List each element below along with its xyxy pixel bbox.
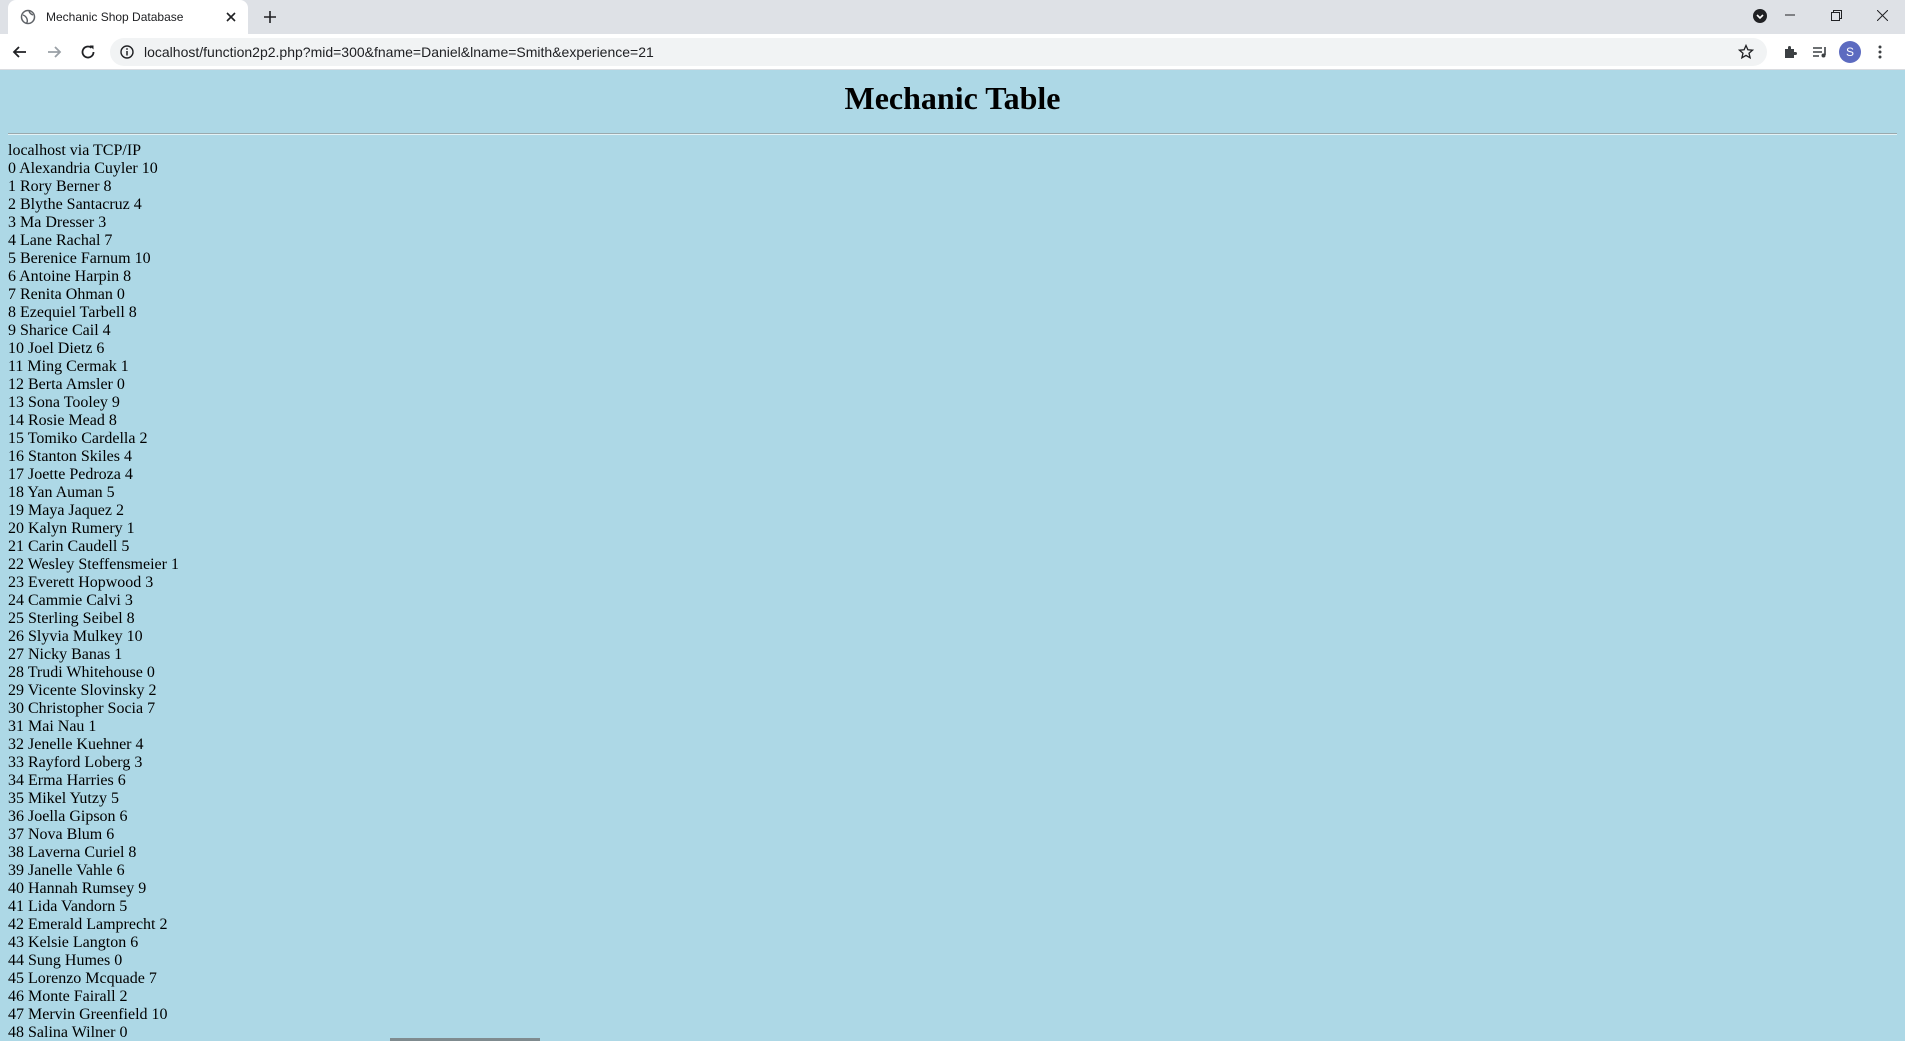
mechanic-list: 0 Alexandria Cuyler 10 1 Rory Berner 82 B… <box>8 160 1897 1041</box>
list-item: 12 Berta Amsler 0 <box>8 375 125 393</box>
reload-icon[interactable] <box>74 38 102 66</box>
avatar[interactable]: S <box>1838 40 1862 64</box>
list-item: 27 Nicky Banas 1 <box>8 645 123 663</box>
list-item: 1 Rory Berner 8 <box>8 177 112 195</box>
back-arrow-icon[interactable] <box>6 38 34 66</box>
toolbar: localhost/function2p2.php?mid=300&fname=… <box>0 34 1905 70</box>
list-item: 13 Sona Tooley 9 <box>8 393 120 411</box>
list-item: 35 Mikel Yutzy 5 <box>8 789 119 807</box>
list-item: 11 Ming Cermak 1 <box>8 357 129 375</box>
tab-title: Mechanic Shop Database <box>46 10 184 24</box>
list-item: 23 Everett Hopwood 3 <box>8 573 154 591</box>
list-item: 2 Blythe Santacruz 4 <box>8 195 142 213</box>
list-item: 43 Kelsie Langton 6 <box>8 933 139 951</box>
connection-info: localhost via TCP/IP <box>8 141 142 159</box>
list-item: 18 Yan Auman 5 <box>8 483 115 501</box>
star-icon[interactable] <box>1737 43 1755 61</box>
list-item: 29 Vicente Slovinsky 2 <box>8 681 157 699</box>
close-icon[interactable] <box>222 8 240 26</box>
list-item: 42 Emerald Lamprecht 2 <box>8 915 168 933</box>
window-controls <box>1767 0 1905 30</box>
tab-strip: Mechanic Shop Database <box>0 0 1905 34</box>
list-item: 19 Maya Jaquez 2 <box>8 501 124 519</box>
list-item: 36 Joella Gipson 6 <box>8 807 128 825</box>
list-item: 44 Sung Humes 0 <box>8 951 123 969</box>
list-item: 4 Lane Rachal 7 <box>8 231 113 249</box>
list-item: 20 Kalyn Rumery 1 <box>8 519 135 537</box>
restore-icon[interactable] <box>1813 0 1859 30</box>
list-item: 0 Alexandria Cuyler 10 <box>8 159 158 177</box>
list-item: 16 Stanton Skiles 4 <box>8 447 133 465</box>
address-bar[interactable]: localhost/function2p2.php?mid=300&fname=… <box>110 37 1767 66</box>
tab-mechanic-shop[interactable]: Mechanic Shop Database <box>8 0 248 34</box>
list-item: 25 Sterling Seibel 8 <box>8 609 135 627</box>
list-item: 8 Ezequiel Tarbell 8 <box>8 303 137 321</box>
close-window-icon[interactable] <box>1859 0 1905 30</box>
list-item: 26 Slyvia Mulkey 10 <box>8 627 143 645</box>
list-item: 5 Berenice Farnum 10 <box>8 249 151 267</box>
list-item: 39 Janelle Vahle 6 <box>8 861 125 879</box>
more-icon[interactable] <box>1868 40 1892 64</box>
list-item: 41 Lida Vandorn 5 <box>8 897 128 915</box>
plus-icon[interactable] <box>258 5 282 29</box>
list-item: 37 Nova Blum 6 <box>8 825 115 843</box>
divider <box>8 132 1897 135</box>
list-item: 10 Joel Dietz 6 <box>8 339 105 357</box>
media-icon[interactable] <box>1808 40 1832 64</box>
list-item: 45 Lorenzo Mcquade 7 <box>8 969 157 987</box>
list-item: 46 Monte Fairall 2 <box>8 987 128 1005</box>
list-item: 21 Carin Caudell 5 <box>8 537 130 555</box>
puzzle-icon[interactable] <box>1778 40 1802 64</box>
info-icon[interactable] <box>120 44 134 59</box>
list-item: 9 Sharice Cail 4 <box>8 321 111 339</box>
list-item: 15 Tomiko Cardella 2 <box>8 429 148 447</box>
page-content: Mechanic Table localhost via TCP/IP 0 Al… <box>0 70 1905 1041</box>
list-item: 47 Mervin Greenfield 10 <box>8 1005 168 1023</box>
list-item: 33 Rayford Loberg 3 <box>8 753 143 771</box>
list-item: 7 Renita Ohman 0 <box>8 285 125 303</box>
list-item: 30 Christopher Socia 7 <box>8 699 156 717</box>
list-item: 3 Ma Dresser 3 <box>8 213 107 231</box>
list-item: 22 Wesley Steffensmeier 1 <box>8 555 179 573</box>
forward-arrow-icon[interactable] <box>40 38 68 66</box>
list-item: 28 Trudi Whitehouse 0 <box>8 663 155 681</box>
minimize-icon[interactable] <box>1767 0 1813 30</box>
list-item: 24 Cammie Calvi 3 <box>8 591 133 609</box>
profile-initial: S <box>1839 40 1861 63</box>
page-title: Mechanic Table <box>844 80 1061 116</box>
list-item: 40 Hannah Rumsey 9 <box>8 879 147 897</box>
list-item: 17 Joette Pedroza 4 <box>8 465 133 483</box>
list-item: 34 Erma Harries 6 <box>8 771 126 789</box>
list-item: 32 Jenelle Kuehner 4 <box>8 735 144 753</box>
globe-icon <box>20 9 36 25</box>
list-item: 31 Mai Nau 1 <box>8 717 97 735</box>
list-item: 14 Rosie Mead 8 <box>8 411 117 429</box>
list-item: 6 Antoine Harpin 8 <box>8 267 132 285</box>
toolbar-icons: S <box>1775 40 1895 64</box>
list-item: 38 Laverna Curiel 8 <box>8 843 137 861</box>
browser-window: Mechanic Shop Database localhost/functio… <box>0 0 1905 1041</box>
url-text[interactable]: localhost/function2p2.php?mid=300&fname=… <box>144 44 654 60</box>
